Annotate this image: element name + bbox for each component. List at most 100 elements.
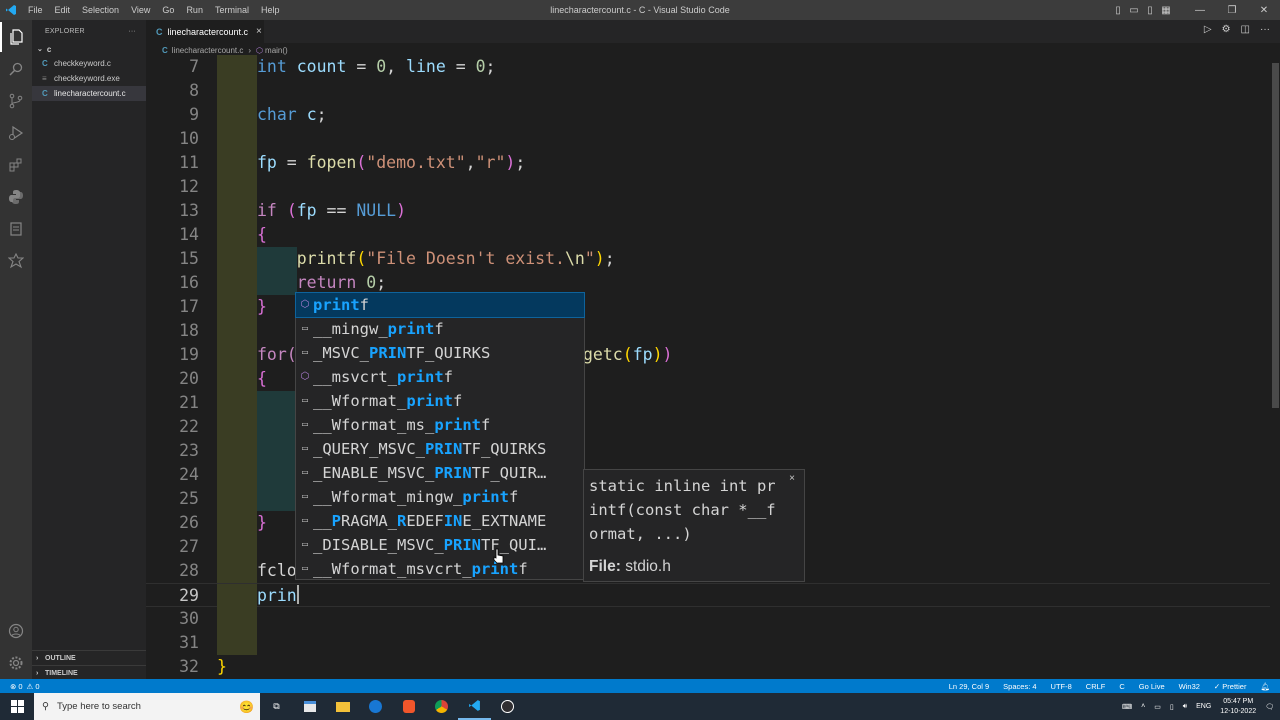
scrollbar-thumb[interactable] bbox=[1272, 63, 1279, 408]
folder-c[interactable]: ⌄ c bbox=[32, 42, 146, 56]
line-number: 9 bbox=[189, 105, 199, 124]
indentation[interactable]: Spaces: 4 bbox=[1003, 682, 1036, 691]
outline-section[interactable]: › OUTLINE bbox=[32, 650, 146, 665]
tab-linecharactercount-c[interactable]: C linecharactercount.c × bbox=[146, 20, 264, 43]
run-code-icon[interactable]: ▷ bbox=[1204, 24, 1212, 35]
menu-file[interactable]: File bbox=[22, 0, 49, 20]
chevron-down-icon: ⌄ bbox=[37, 46, 43, 53]
menu-edit[interactable]: Edit bbox=[49, 0, 77, 20]
language-indicator[interactable]: ENG bbox=[1196, 703, 1211, 710]
suggestion-item[interactable]: ▭ __Wformat_printf bbox=[296, 389, 584, 413]
breadcrumb-file[interactable]: linecharactercount.c bbox=[172, 46, 244, 55]
code-line: 15 printf("File Doesn't exist.\n"); bbox=[146, 247, 1270, 271]
explorer-more-actions-icon[interactable]: ··· bbox=[128, 28, 136, 35]
menu-go[interactable]: Go bbox=[156, 0, 180, 20]
explorer-sidebar: EXPLORER ··· ⌄ c C checkkeyword.c ≡ chec… bbox=[32, 20, 146, 679]
configuration[interactable]: Win32 bbox=[1179, 682, 1200, 691]
breadcrumb-symbol[interactable]: main() bbox=[265, 46, 288, 55]
extensions-icon[interactable] bbox=[0, 150, 32, 180]
task-view-icon[interactable]: ⧉ bbox=[260, 693, 293, 720]
taskbar-search-box[interactable]: ⚲ Type here to search 😊 bbox=[34, 693, 260, 720]
customize-layout-icon[interactable]: ▦ bbox=[1159, 5, 1173, 16]
volume-icon[interactable]: 🔊︎ bbox=[1183, 703, 1187, 711]
suggestion-item[interactable]: ⬡ __msvcrt_printf bbox=[296, 365, 584, 389]
problems-errors[interactable]: ⊗ 0 bbox=[10, 682, 23, 691]
bell-icon[interactable]: 🔔︎ bbox=[1260, 682, 1270, 691]
line-ending[interactable]: CRLF bbox=[1086, 682, 1106, 691]
outline-label: OUTLINE bbox=[45, 654, 76, 662]
suggestion-item-selected[interactable]: ⬡ printf bbox=[295, 292, 585, 318]
language-mode[interactable]: C bbox=[1119, 682, 1124, 691]
function-signature: static inline int pr intf(const char *__… bbox=[589, 477, 776, 543]
close-details-icon[interactable]: × bbox=[789, 473, 795, 484]
code-line: 10 bbox=[146, 127, 1270, 151]
menu-run[interactable]: Run bbox=[180, 0, 209, 20]
binary-file-icon: ≡ bbox=[42, 74, 47, 83]
edge-browser-icon[interactable] bbox=[359, 693, 392, 720]
problems-warnings[interactable]: ⚠ 0 bbox=[27, 682, 40, 691]
menu-help[interactable]: Help bbox=[255, 0, 286, 20]
store-icon[interactable] bbox=[293, 693, 326, 720]
source-control-icon[interactable] bbox=[0, 86, 32, 116]
close-window-button[interactable]: ✕ bbox=[1249, 5, 1279, 16]
constant-icon: ▭ bbox=[301, 467, 309, 478]
obs-icon[interactable] bbox=[491, 693, 524, 720]
search-icon: ⚲ bbox=[42, 701, 49, 712]
details-file: File: stdio.h bbox=[589, 558, 671, 575]
testing-icon[interactable] bbox=[0, 214, 32, 244]
close-tab-icon[interactable]: × bbox=[256, 26, 262, 37]
chevron-up-icon[interactable]: ˄ bbox=[1141, 703, 1145, 710]
more-actions-icon[interactable]: ··· bbox=[1260, 24, 1270, 35]
prettier-status[interactable]: ✓ Prettier bbox=[1214, 682, 1247, 691]
tab-label: linecharactercount.c bbox=[167, 26, 249, 37]
brave-browser-icon[interactable] bbox=[392, 693, 425, 720]
timeline-section[interactable]: › TIMELINE bbox=[32, 665, 146, 680]
file-explorer-icon[interactable] bbox=[326, 693, 359, 720]
windows-start-icon[interactable] bbox=[0, 693, 34, 720]
search-icon[interactable] bbox=[0, 54, 32, 84]
minimize-button[interactable]: — bbox=[1185, 5, 1215, 16]
line-number: 15 bbox=[179, 249, 199, 268]
vscode-taskbar-icon[interactable] bbox=[458, 693, 491, 720]
settings-gear-icon[interactable] bbox=[0, 648, 32, 678]
explorer-icon[interactable] bbox=[0, 22, 32, 52]
clock-time: 05:47 PM bbox=[1223, 697, 1254, 705]
network-icon[interactable]: ▭ bbox=[1154, 703, 1161, 711]
clock[interactable]: 05:47 PM 12-10-2022 bbox=[1220, 697, 1256, 717]
accounts-icon[interactable] bbox=[0, 616, 32, 646]
toggle-panel-icon[interactable]: ▭ bbox=[1127, 5, 1141, 16]
suggestion-item[interactable]: ▭ __Wformat_msvcrt_printf bbox=[296, 557, 584, 581]
suggestion-item[interactable]: ▭ _ENABLE_MSVC_PRINTF_QUIR… bbox=[296, 461, 584, 485]
editor-scrollbar[interactable] bbox=[1270, 43, 1280, 679]
suggestion-item[interactable]: ▭ __Wformat_ms_printf bbox=[296, 413, 584, 437]
suggestion-item[interactable]: ▭ _MSVC_PRINTF_QUIRKS bbox=[296, 341, 584, 365]
chrome-icon[interactable] bbox=[425, 693, 458, 720]
suggestion-item[interactable]: ▭ __Wformat_mingw_printf bbox=[296, 485, 584, 509]
file-linecharactercount-c[interactable]: C linecharactercount.c bbox=[32, 86, 146, 101]
menu-terminal[interactable]: Terminal bbox=[209, 0, 255, 20]
cursor-position[interactable]: Ln 29, Col 9 bbox=[949, 682, 989, 691]
settings-gear-icon[interactable]: ⚙ bbox=[1222, 24, 1231, 35]
python-icon[interactable] bbox=[0, 182, 32, 212]
notifications-icon[interactable]: 🗨 bbox=[1265, 703, 1274, 711]
file-checkkeyword-c[interactable]: C checkkeyword.c bbox=[32, 56, 146, 71]
go-live-button[interactable]: Go Live bbox=[1139, 682, 1165, 691]
file-checkkeyword-exe[interactable]: ≡ checkkeyword.exe bbox=[32, 71, 146, 86]
keyboard-icon[interactable]: ⌨ bbox=[1122, 703, 1132, 711]
mouse-pointer-icon bbox=[493, 548, 505, 564]
chevron-right-icon: › bbox=[36, 654, 39, 662]
remote-explorer-icon[interactable] bbox=[0, 246, 32, 276]
run-debug-icon[interactable] bbox=[0, 118, 32, 148]
menu-selection[interactable]: Selection bbox=[76, 0, 125, 20]
suggestion-item[interactable]: ▭ __mingw_printf bbox=[296, 317, 584, 341]
menu-view[interactable]: View bbox=[125, 0, 156, 20]
toggle-secondary-sidebar-icon[interactable]: ▯ bbox=[1143, 5, 1157, 16]
split-editor-icon[interactable]: ◫ bbox=[1241, 24, 1250, 35]
suggestion-item[interactable]: ▭ _DISABLE_MSVC_PRINTF_QUI… bbox=[296, 533, 584, 557]
suggestion-item[interactable]: ▭ __PRAGMA_REDEFINE_EXTNAME bbox=[296, 509, 584, 533]
toggle-sidebar-icon[interactable]: ▯ bbox=[1111, 5, 1125, 16]
restore-button[interactable]: ❐ bbox=[1217, 5, 1247, 16]
encoding[interactable]: UTF-8 bbox=[1051, 682, 1072, 691]
suggestion-item[interactable]: ▭ _QUERY_MSVC_PRINTF_QUIRKS bbox=[296, 437, 584, 461]
battery-icon[interactable]: ▯ bbox=[1170, 703, 1174, 711]
